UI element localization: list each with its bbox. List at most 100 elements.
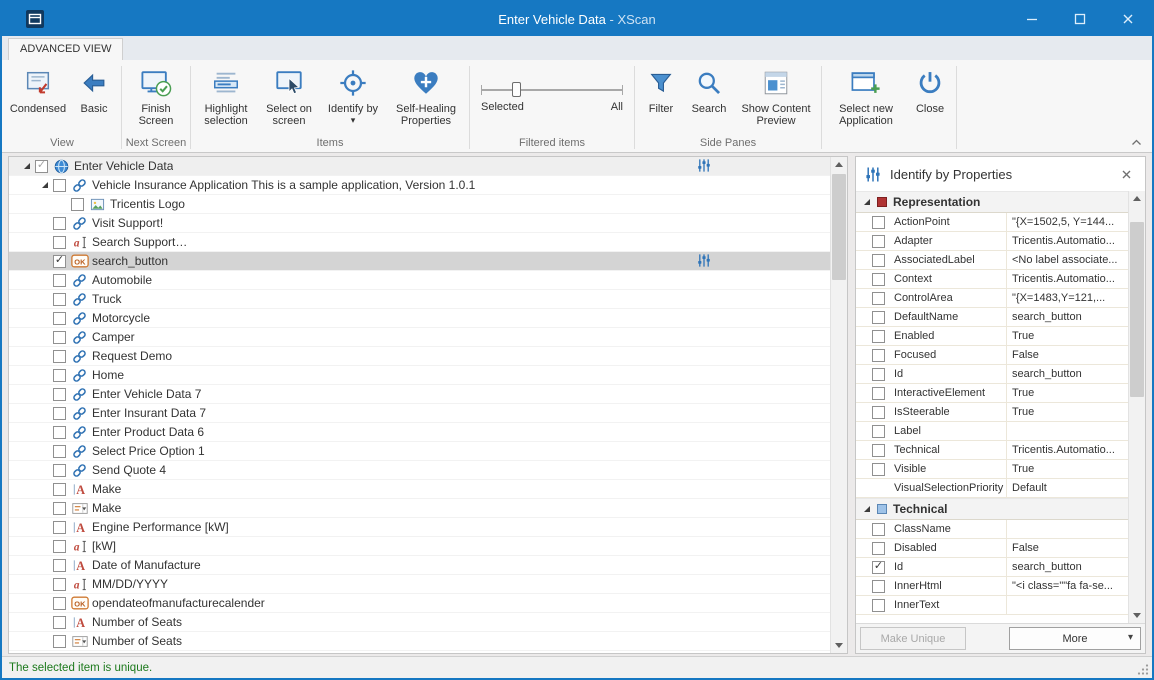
property-checkbox[interactable] bbox=[872, 216, 885, 229]
property-checkbox[interactable] bbox=[872, 523, 885, 536]
tree-item-checkbox[interactable] bbox=[53, 407, 66, 420]
tree-row[interactable]: Automobile bbox=[9, 271, 830, 290]
tree-row[interactable]: OKopendateofmanufacturecalender bbox=[9, 594, 830, 613]
close-panel-icon[interactable] bbox=[1116, 169, 1136, 180]
property-checkbox[interactable] bbox=[872, 425, 885, 438]
tree-row[interactable]: Request Demo bbox=[9, 347, 830, 366]
property-checkbox[interactable] bbox=[872, 561, 885, 574]
property-checkbox[interactable] bbox=[872, 292, 885, 305]
property-row[interactable]: ContextTricentis.Automatio... bbox=[856, 270, 1128, 289]
property-checkbox[interactable] bbox=[872, 311, 885, 324]
tree-row[interactable]: Motorcycle bbox=[9, 309, 830, 328]
property-row[interactable]: Label bbox=[856, 422, 1128, 441]
tree-row[interactable]: a[kW] bbox=[9, 537, 830, 556]
close-button[interactable] bbox=[1104, 2, 1152, 36]
tree-item-checkbox[interactable] bbox=[53, 616, 66, 629]
tree-row[interactable]: aMM/DD/YYYY bbox=[9, 575, 830, 594]
select-new-application-button[interactable]: Select new Application bbox=[825, 62, 907, 135]
basic-button[interactable]: Basic bbox=[70, 62, 118, 135]
tree-item-checkbox[interactable] bbox=[35, 160, 48, 173]
tree-row[interactable]: ADate of Manufacture bbox=[9, 556, 830, 575]
tree-row[interactable]: Send Quote 4 bbox=[9, 461, 830, 480]
tree-row[interactable]: Vehicle Insurance Application This is a … bbox=[9, 176, 830, 195]
property-checkbox[interactable] bbox=[872, 580, 885, 593]
tree-item-checkbox[interactable] bbox=[53, 236, 66, 249]
identify-by-properties-icon[interactable] bbox=[697, 158, 711, 173]
property-row[interactable]: Idsearch_button bbox=[856, 558, 1128, 577]
scroll-up-icon[interactable] bbox=[1129, 191, 1145, 206]
show-content-preview-button[interactable]: Show Content Preview bbox=[734, 62, 818, 135]
property-row[interactable]: ClassName bbox=[856, 520, 1128, 539]
tree-item-checkbox[interactable] bbox=[53, 369, 66, 382]
property-checkbox[interactable] bbox=[872, 273, 885, 286]
tree-row[interactable]: aSearch Support… bbox=[9, 233, 830, 252]
tree-item-checkbox[interactable] bbox=[53, 578, 66, 591]
scrollbar-track[interactable] bbox=[1129, 206, 1145, 608]
tree-item-checkbox[interactable] bbox=[53, 426, 66, 439]
tree-item-checkbox[interactable] bbox=[53, 521, 66, 534]
select-on-screen-button[interactable]: Select on screen bbox=[258, 62, 320, 135]
property-row[interactable]: DisabledFalse bbox=[856, 539, 1128, 558]
property-checkbox[interactable] bbox=[872, 599, 885, 612]
property-row[interactable]: ControlArea"{X=1483,Y=121,... bbox=[856, 289, 1128, 308]
tree-item-checkbox[interactable] bbox=[53, 350, 66, 363]
tree-row[interactable]: Select Price Option 1 bbox=[9, 442, 830, 461]
scrollbar-thumb[interactable] bbox=[832, 174, 846, 280]
property-checkbox[interactable] bbox=[872, 406, 885, 419]
property-row[interactable]: EnabledTrue bbox=[856, 327, 1128, 346]
tree-row[interactable]: Home bbox=[9, 366, 830, 385]
property-checkbox[interactable] bbox=[872, 254, 885, 267]
property-checkbox[interactable] bbox=[872, 387, 885, 400]
tree-item-checkbox[interactable] bbox=[53, 217, 66, 230]
tree-row[interactable]: AMake bbox=[9, 480, 830, 499]
tree-row[interactable]: Enter Vehicle Data 7 bbox=[9, 385, 830, 404]
property-checkbox[interactable] bbox=[872, 349, 885, 362]
tree-row[interactable]: Truck bbox=[9, 290, 830, 309]
tree-row[interactable]: Tricentis Logo bbox=[9, 195, 830, 214]
filter-button[interactable]: Filter bbox=[638, 62, 684, 135]
search-button[interactable]: Search bbox=[684, 62, 734, 135]
tree-row[interactable]: OKsearch_button bbox=[9, 252, 830, 271]
scroll-down-icon[interactable] bbox=[831, 638, 847, 653]
tree-item-checkbox[interactable] bbox=[53, 540, 66, 553]
self-healing-properties-button[interactable]: Self-Healing Properties bbox=[386, 62, 466, 135]
tree-item-checkbox[interactable] bbox=[53, 483, 66, 496]
property-checkbox[interactable] bbox=[872, 542, 885, 555]
tree-item-checkbox[interactable] bbox=[53, 255, 66, 268]
property-row[interactable]: DefaultNamesearch_button bbox=[856, 308, 1128, 327]
tree-row[interactable]: Enter Vehicle Data bbox=[9, 157, 830, 176]
tree-scrollbar[interactable] bbox=[830, 157, 847, 653]
tree-item-checkbox[interactable] bbox=[53, 464, 66, 477]
filtered-items-slider[interactable] bbox=[481, 82, 623, 98]
tree-item-checkbox[interactable] bbox=[53, 559, 66, 572]
tree-item-checkbox[interactable] bbox=[53, 293, 66, 306]
tree-item-checkbox[interactable] bbox=[53, 597, 66, 610]
slider-track[interactable] bbox=[481, 89, 623, 91]
property-checkbox[interactable] bbox=[872, 368, 885, 381]
scroll-up-icon[interactable] bbox=[831, 157, 847, 172]
tree-item-checkbox[interactable] bbox=[53, 331, 66, 344]
property-row[interactable]: AdapterTricentis.Automatio... bbox=[856, 232, 1128, 251]
slider-thumb[interactable] bbox=[512, 82, 521, 97]
property-row[interactable]: AssociatedLabel<No label associate... bbox=[856, 251, 1128, 270]
property-row[interactable]: Idsearch_button bbox=[856, 365, 1128, 384]
highlight-selection-button[interactable]: Highlight selection bbox=[194, 62, 258, 135]
tree-row[interactable]: Visit Support! bbox=[9, 214, 830, 233]
property-checkbox[interactable] bbox=[872, 463, 885, 476]
scrollbar-thumb[interactable] bbox=[1130, 222, 1144, 397]
finish-screen-button[interactable]: Finish Screen bbox=[125, 62, 187, 135]
tree-item-checkbox[interactable] bbox=[53, 274, 66, 287]
tree-row[interactable]: Enter Product Data 6 bbox=[9, 423, 830, 442]
property-checkbox[interactable] bbox=[872, 235, 885, 248]
property-row[interactable]: InnerText bbox=[856, 596, 1128, 615]
tree-item-checkbox[interactable] bbox=[53, 179, 66, 192]
scroll-down-icon[interactable] bbox=[1129, 608, 1145, 623]
properties-scrollbar[interactable] bbox=[1128, 191, 1145, 623]
identify-by-properties-icon[interactable] bbox=[697, 253, 711, 268]
property-row[interactable]: InteractiveElementTrue bbox=[856, 384, 1128, 403]
property-row[interactable]: ActionPoint"{X=1502,5, Y=144... bbox=[856, 213, 1128, 232]
tree-item-checkbox[interactable] bbox=[53, 502, 66, 515]
property-row[interactable]: TechnicalTricentis.Automatio... bbox=[856, 441, 1128, 460]
maximize-button[interactable] bbox=[1056, 2, 1104, 36]
tree-row[interactable]: Camper bbox=[9, 328, 830, 347]
